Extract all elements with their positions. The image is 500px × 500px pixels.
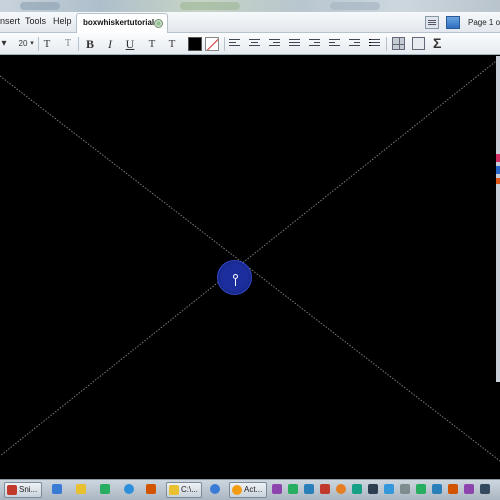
document-canvas[interactable]: [0, 56, 500, 479]
tray-icon[interactable]: [288, 484, 298, 494]
tray-icon[interactable]: [272, 484, 282, 494]
blurred-region: [20, 2, 60, 10]
underline-button[interactable]: U: [124, 36, 136, 52]
tray-icon[interactable]: [336, 484, 346, 494]
side-panel-edge: [496, 56, 500, 382]
bullet-list-icon[interactable]: [369, 39, 380, 49]
tray-icon[interactable]: [416, 484, 426, 494]
superscript-button[interactable]: T: [145, 36, 159, 52]
fill-color-swatch[interactable]: [205, 37, 219, 51]
shrink-font-button[interactable]: T: [62, 36, 74, 52]
toolbar-divider: [78, 37, 79, 51]
subscript-button[interactable]: T: [165, 36, 179, 52]
snipping-tool-icon: [7, 485, 17, 495]
folder-icon: [169, 485, 179, 495]
taskbar-button-label: Act...: [244, 485, 263, 494]
align-left-icon[interactable]: [229, 39, 240, 49]
taskbar-button-active[interactable]: Act...: [229, 482, 267, 498]
bold-button[interactable]: B: [84, 36, 96, 52]
indent-icon[interactable]: [309, 39, 320, 49]
placeholder-cross: [0, 57, 500, 462]
diagonal-line: [0, 57, 500, 457]
taskbar-button-label: C:\...: [181, 485, 198, 494]
menu-tools[interactable]: Tools: [25, 16, 46, 26]
table-icon[interactable]: [392, 37, 405, 50]
equation-button[interactable]: Σ: [433, 35, 441, 51]
tray-icon[interactable]: [320, 484, 330, 494]
line-spacing-icon[interactable]: [289, 39, 300, 49]
italic-button[interactable]: I: [104, 36, 116, 52]
tray-icon[interactable]: [400, 484, 410, 494]
tray-icon[interactable]: [432, 484, 442, 494]
tray-icon[interactable]: [480, 484, 490, 494]
display-icon[interactable]: [446, 16, 460, 29]
align-center-icon[interactable]: [249, 39, 260, 49]
font-size-dropdown-icon[interactable]: ▾: [28, 36, 36, 52]
toolbar-divider: [386, 37, 387, 51]
blurred-region: [180, 2, 240, 10]
app-icon: [232, 485, 242, 495]
page-indicator: Page 1 of: [468, 18, 500, 27]
increase-indent-icon[interactable]: [349, 39, 360, 49]
app-icon[interactable]: [146, 484, 156, 494]
grow-font-button[interactable]: T: [40, 36, 54, 52]
tray-icon[interactable]: [384, 484, 394, 494]
side-marker: [496, 178, 500, 184]
menu-insert[interactable]: nsert: [0, 16, 20, 26]
tray-icon[interactable]: [464, 484, 474, 494]
toolbar-divider: [38, 37, 39, 51]
screen: nsert Tools Help boxwhiskertutorial Page…: [0, 0, 500, 500]
align-right-icon[interactable]: [269, 39, 280, 49]
side-marker: [496, 166, 500, 174]
page-view-icon[interactable]: [425, 16, 439, 29]
tray-icon[interactable]: [352, 484, 362, 494]
tray-icon[interactable]: [304, 484, 314, 494]
border-icon[interactable]: [412, 37, 425, 50]
pen-cursor-icon: [217, 260, 252, 295]
menu-help[interactable]: Help: [53, 16, 72, 26]
toolbar-divider: [224, 37, 225, 51]
tab-document[interactable]: boxwhiskertutorial: [76, 13, 168, 33]
tab-close-icon[interactable]: [154, 19, 163, 28]
decrease-indent-icon[interactable]: [329, 39, 340, 49]
taskbar-button-snipping[interactable]: Sni...: [4, 482, 42, 498]
excel-icon[interactable]: [100, 484, 110, 494]
browser-icon[interactable]: [210, 484, 220, 494]
background-window-strip: [0, 0, 500, 12]
blurred-region: [330, 2, 380, 10]
taskbar-button-label: Sni...: [19, 485, 38, 494]
folder-icon[interactable]: [76, 484, 86, 494]
tab-document-label: boxwhiskertutorial: [83, 18, 155, 27]
text-color-swatch[interactable]: [188, 37, 202, 51]
ie-icon[interactable]: [124, 484, 134, 494]
font-dropdown-arrow-icon[interactable]: ▾: [0, 36, 8, 52]
tray-icon[interactable]: [448, 484, 458, 494]
side-marker: [496, 154, 500, 162]
tray-icon[interactable]: [368, 484, 378, 494]
taskbar-button-explorer[interactable]: C:\...: [166, 482, 202, 498]
app-icon[interactable]: [52, 484, 62, 494]
cursor-stem: [235, 279, 236, 286]
